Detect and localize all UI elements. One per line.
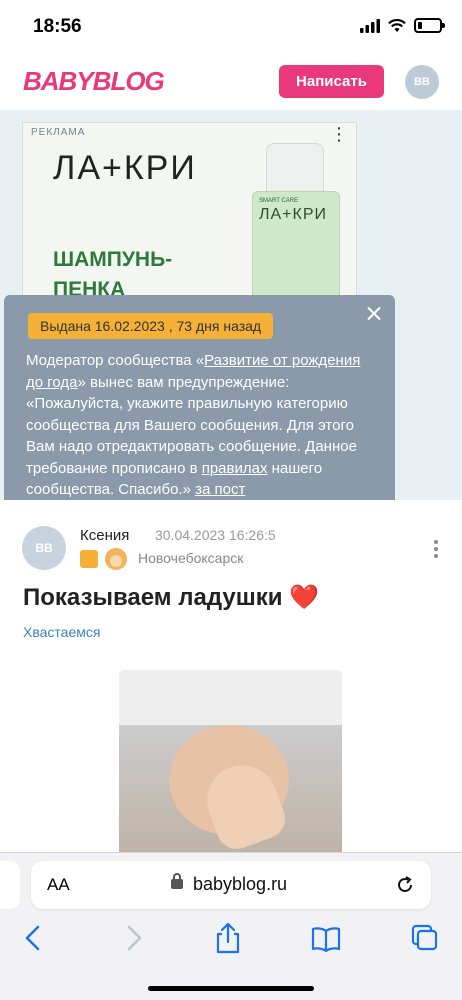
product-bottle-image: SMART CARE ЛА+КРИ: [248, 143, 344, 311]
post-category-link[interactable]: Хвастаемся: [23, 624, 100, 640]
write-button[interactable]: Написать: [279, 65, 384, 98]
ad-banner[interactable]: РЕКЛАМА ⋮ ЛА+КРИ ШАМПУНЬ- ПЕНКА SMART CA…: [22, 122, 357, 312]
bottle-brand: ЛА+КРИ: [259, 206, 328, 223]
bottle-subtitle: SMART CARE: [259, 198, 299, 204]
bookmarks-icon[interactable]: [310, 921, 342, 957]
forward-icon[interactable]: [117, 921, 149, 957]
previous-tab-field[interactable]: [0, 861, 20, 909]
post-date: 30.04.2023 16:26:5: [155, 527, 276, 543]
post: BB Ксения 30.04.2023 16:26:5 Новочебокса…: [0, 500, 462, 852]
status-bar: 18:56: [0, 0, 462, 52]
author-city: Новочебоксарск: [138, 550, 244, 566]
home-indicator: [148, 986, 314, 991]
post-menu-icon[interactable]: [434, 540, 440, 561]
bottle-cap: [266, 143, 324, 193]
share-icon[interactable]: [212, 921, 244, 957]
babyblog-logo[interactable]: BABYBLOG: [23, 66, 165, 97]
lock-icon: [171, 873, 183, 889]
ad-title-line1: ШАМПУНЬ-: [53, 248, 173, 271]
browser-bar: AA babyblog.ru: [0, 852, 462, 1000]
site-header: BABYBLOG Написать BB: [0, 52, 462, 110]
rules-link[interactable]: правилах: [202, 460, 268, 477]
close-icon[interactable]: [363, 303, 385, 325]
user-avatar[interactable]: BB: [405, 65, 439, 99]
battery-level: [418, 22, 422, 29]
url-text[interactable]: babyblog.ru: [193, 874, 287, 895]
status-icons: [360, 18, 445, 33]
post-photo[interactable]: [119, 670, 342, 852]
ad-menu-icon[interactable]: ⋮: [330, 125, 348, 143]
wifi-icon: [388, 18, 406, 32]
back-icon[interactable]: [18, 921, 50, 957]
reload-icon[interactable]: [395, 875, 415, 895]
user-level-badge-icon: [80, 550, 98, 568]
status-time: 18:56: [33, 16, 82, 37]
address-bar[interactable]: AA babyblog.ru: [31, 861, 431, 909]
post-title: Показываем ладушки ❤️: [23, 584, 320, 611]
photo-background: [119, 670, 342, 725]
girl-emoji-icon: [105, 548, 127, 570]
ad-brand: ЛА+КРИ: [53, 149, 197, 187]
warning-text-part1: Модератор сообщества «: [26, 352, 205, 369]
post-link[interactable]: за пост: [195, 481, 245, 498]
ad-label: РЕКЛАМА: [31, 127, 86, 138]
author-avatar[interactable]: BB: [22, 526, 66, 570]
warning-date-badge: Выдана 16.02.2023 , 73 дня назад: [28, 313, 274, 339]
tabs-icon[interactable]: [409, 921, 441, 957]
signal-icon: [360, 18, 380, 33]
browser-toolbar: [0, 921, 462, 961]
author-name[interactable]: Ксения: [80, 527, 129, 544]
bottle-body: SMART CARE ЛА+КРИ: [252, 191, 340, 311]
battery-icon: [414, 18, 445, 33]
warning-text: Модератор сообщества «Развитие от рожден…: [26, 350, 378, 501]
reader-mode-button[interactable]: AA: [47, 875, 70, 895]
